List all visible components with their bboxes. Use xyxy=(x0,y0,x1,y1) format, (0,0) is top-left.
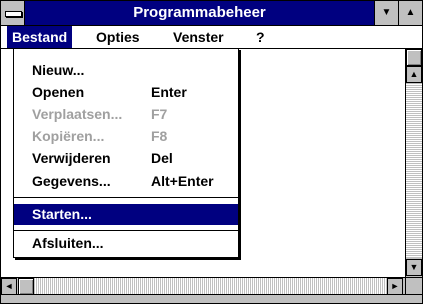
menu-item-shortcut: Alt+Enter xyxy=(151,173,214,189)
menu-item-shortcut: F8 xyxy=(151,128,168,144)
menu-venster[interactable]: Venster xyxy=(168,26,229,48)
scroll-left-button[interactable]: ◄ xyxy=(1,278,17,295)
menu-item-label: Openen xyxy=(32,84,85,100)
horizontal-scroll-thumb[interactable] xyxy=(18,278,34,295)
menu-venster-label: Venster xyxy=(173,29,224,45)
title-bar[interactable]: Programmabeheer ▼ ▲ xyxy=(1,1,422,26)
down-arrow-icon: ▼ xyxy=(409,262,419,272)
menu-item-label: Starten... xyxy=(32,206,92,222)
right-arrow-icon: ► xyxy=(390,281,400,291)
menu-help[interactable]: ? xyxy=(251,26,270,48)
menu-item-label: Nieuw... xyxy=(32,62,85,78)
menu-item-gegevens[interactable]: Gegevens... Alt+Enter xyxy=(14,171,238,192)
vertical-scroll-track[interactable] xyxy=(406,83,422,257)
menu-separator xyxy=(14,230,238,231)
menu-item-label: Afsluiten... xyxy=(32,235,104,251)
menu-item-label: Verwijderen xyxy=(32,150,111,166)
window-title: Programmabeheer xyxy=(133,4,266,21)
horizontal-scrollbar[interactable]: ◄ ► xyxy=(1,277,405,295)
menu-help-label: ? xyxy=(256,29,265,45)
menu-bar: Bestand Opties Venster ? xyxy=(1,26,422,49)
scroll-up-button[interactable]: ▲ xyxy=(406,66,422,83)
menu-item-label: Kopiëren... xyxy=(32,128,105,144)
system-menu-icon xyxy=(5,11,22,17)
scroll-right-button[interactable]: ► xyxy=(387,278,403,295)
maximize-button[interactable]: ▲ xyxy=(398,1,422,25)
left-arrow-icon: ◄ xyxy=(4,281,14,291)
menu-item-shortcut: F7 xyxy=(151,106,168,122)
menu-item-afsluiten[interactable]: Afsluiten... xyxy=(14,233,238,254)
menu-item-verwijderen[interactable]: Verwijderen Del xyxy=(14,148,238,169)
menu-separator xyxy=(14,197,238,198)
up-arrow-icon: ▲ xyxy=(409,69,419,79)
menu-item-starten[interactable]: Starten... xyxy=(14,204,238,225)
program-manager-window: Programmabeheer ▼ ▲ Bestand Opties Venst… xyxy=(0,0,423,304)
scrollbar-corner xyxy=(405,277,422,294)
minimize-button[interactable]: ▼ xyxy=(374,1,398,25)
window-bottom-border xyxy=(1,294,422,303)
menu-item-verplaatsen: Verplaatsen... F7 xyxy=(14,104,238,125)
menu-bestand[interactable]: Bestand xyxy=(7,26,73,48)
menu-opties[interactable]: Opties xyxy=(91,26,145,48)
menu-item-label: Gegevens... xyxy=(32,173,111,189)
minimize-icon: ▼ xyxy=(381,7,392,18)
bestand-dropdown-menu: Nieuw... Openen Enter Verplaatsen... F7 … xyxy=(13,48,239,258)
menu-bestand-label: Bestand xyxy=(12,29,68,45)
vertical-scroll-thumb[interactable] xyxy=(406,49,422,66)
horizontal-scroll-track[interactable] xyxy=(35,278,387,294)
menu-item-kopieren: Kopiëren... F8 xyxy=(14,126,238,147)
menu-item-shortcut: Enter xyxy=(151,84,187,100)
menu-item-shortcut: Del xyxy=(151,150,173,166)
menu-item-label: Verplaatsen... xyxy=(32,106,123,122)
system-menu-button[interactable] xyxy=(1,1,25,25)
menu-item-openen[interactable]: Openen Enter xyxy=(14,82,238,103)
menu-item-nieuw[interactable]: Nieuw... xyxy=(14,60,238,81)
scroll-down-button[interactable]: ▼ xyxy=(406,259,422,276)
menu-opties-label: Opties xyxy=(96,29,140,45)
vertical-scrollbar[interactable]: ▲ ▼ xyxy=(405,49,422,277)
maximize-icon: ▲ xyxy=(405,7,416,18)
